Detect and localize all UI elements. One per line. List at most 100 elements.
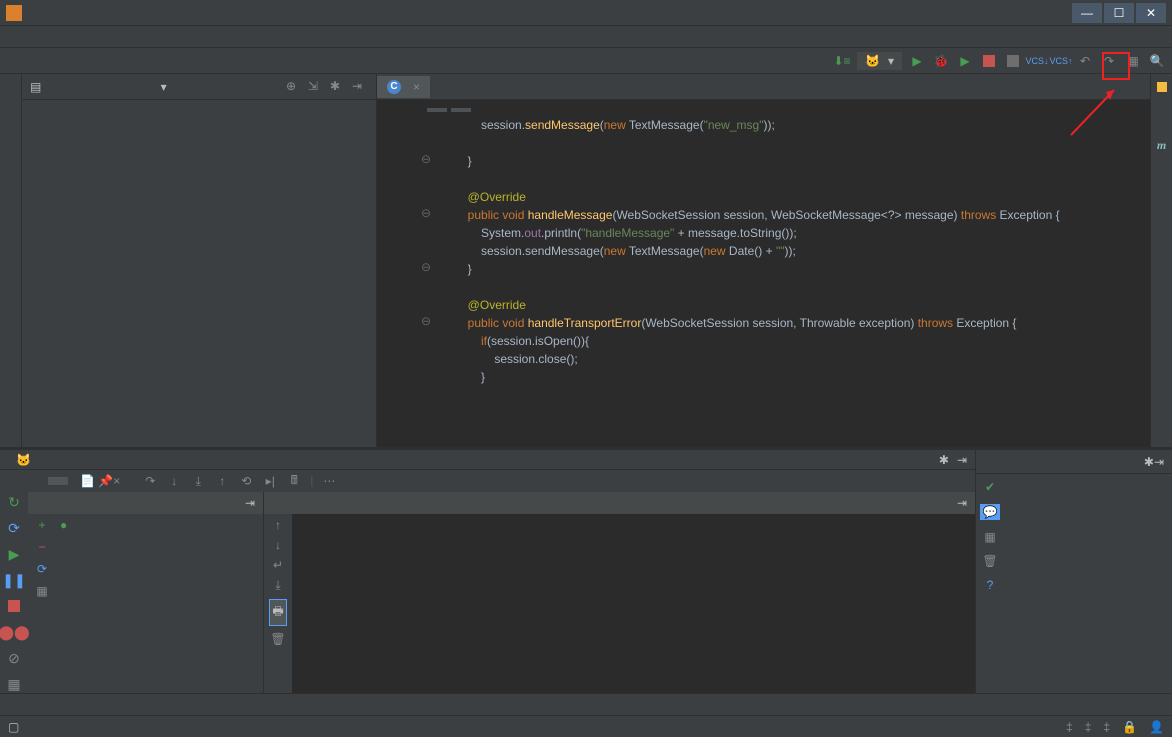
- ok-status-icon: ●: [60, 518, 67, 532]
- maven-projects-tab[interactable]: [1160, 163, 1164, 179]
- balloon-icon[interactable]: 💬: [980, 504, 1001, 520]
- database-tab[interactable]: [1160, 189, 1164, 205]
- line-separator[interactable]: ‡: [1066, 720, 1073, 734]
- run-configuration-dropdown[interactable]: 🐱 ▾: [857, 52, 902, 70]
- editor: C × ⊖⊖⊖⊖ session.sendMessage(new TextMes…: [377, 74, 1150, 447]
- make-button[interactable]: ⬇≡: [833, 52, 851, 70]
- project-dropdown-icon[interactable]: ▾: [161, 80, 167, 94]
- stop-button-2[interactable]: [1004, 52, 1022, 70]
- collapse-all-icon[interactable]: ⇲: [308, 79, 324, 95]
- stop-button[interactable]: [980, 52, 998, 70]
- resume-icon[interactable]: ▶: [5, 545, 23, 563]
- code-content[interactable]: session.sendMessage(new TextMessage("new…: [433, 112, 1150, 447]
- lock-icon[interactable]: 🔒: [1122, 720, 1137, 734]
- tab-server[interactable]: [48, 477, 68, 485]
- step-into-icon[interactable]: ↓: [166, 473, 182, 489]
- step-over-icon[interactable]: ↷: [142, 473, 158, 489]
- event-hide-icon[interactable]: ⇥: [1154, 455, 1164, 469]
- navigation-bar: ⬇≡ 🐱 ▾ ▶ 🐞 ▶ VCS↓ VCS↑ ↶ ↷ ▦ 🔍: [0, 48, 1172, 74]
- remove-artifact-icon[interactable]: −: [38, 540, 45, 554]
- maven-icon: m: [1157, 138, 1166, 153]
- vcs-update-button[interactable]: VCS↓: [1028, 52, 1046, 70]
- ant-build-tab[interactable]: [1160, 112, 1164, 128]
- clear-icon[interactable]: 🗑: [270, 632, 285, 646]
- fold-gutter[interactable]: ⊖⊖⊖⊖: [419, 112, 433, 447]
- tomcat-icon: 🐱: [16, 453, 31, 467]
- run-to-cursor-icon[interactable]: ▸|: [262, 473, 278, 489]
- annotation-highlight: [1102, 52, 1130, 80]
- project-icon: ▤: [30, 80, 41, 94]
- status-icon[interactable]: ▢: [8, 720, 19, 734]
- hector-icon[interactable]: 👤: [1149, 720, 1164, 734]
- force-step-into-icon[interactable]: ⤓: [190, 473, 206, 489]
- editor-tab[interactable]: C ×: [377, 76, 430, 98]
- scroll-up-icon[interactable]: ↑: [275, 518, 281, 532]
- refresh-artifact-icon[interactable]: ⟳: [37, 562, 47, 576]
- debug-tool-window: 🐱 ✱ ⇥ 📄 📌× ↷ ↓ ⤓ ↑ ⟲ ▸| 🖩 |: [0, 450, 976, 693]
- more-icon[interactable]: ⋯: [321, 473, 337, 489]
- info-icon[interactable]: ✔: [985, 480, 995, 494]
- run-button[interactable]: ▶: [908, 52, 926, 70]
- stop-icon[interactable]: [5, 597, 23, 615]
- minimize-button[interactable]: —: [1072, 3, 1102, 23]
- scroll-down-icon[interactable]: ↓: [275, 538, 281, 552]
- search-button[interactable]: 🔍: [1148, 52, 1166, 70]
- left-tool-stripe: [0, 74, 22, 447]
- delete-icon[interactable]: 🗑: [982, 554, 997, 568]
- drop-frame-icon[interactable]: ⟲: [238, 473, 254, 489]
- pin-icon[interactable]: 📌×: [98, 474, 120, 488]
- debug-hide-icon[interactable]: ⇥: [957, 453, 967, 467]
- output-console[interactable]: [292, 514, 975, 693]
- maximize-button[interactable]: ☐: [1104, 3, 1134, 23]
- file-encoding[interactable]: ‡: [1085, 720, 1092, 734]
- output-hide-icon[interactable]: ⇥: [957, 496, 967, 510]
- scroll-from-source-icon[interactable]: ⊕: [286, 79, 302, 95]
- app-icon: [6, 5, 22, 21]
- evaluate-icon[interactable]: 🖩: [286, 473, 302, 489]
- soft-wrap-icon[interactable]: ↵: [273, 558, 283, 572]
- deploy-icon[interactable]: ▦: [36, 584, 47, 598]
- pause-icon[interactable]: ❚❚: [5, 571, 23, 589]
- status-bar: ▢ ‡ ‡ ‡ 🔒 👤: [0, 715, 1172, 737]
- tab-access-log[interactable]: 📄 📌×: [70, 470, 130, 492]
- settings-icon[interactable]: ✱: [330, 79, 346, 95]
- right-tool-stripe: m: [1150, 74, 1172, 447]
- mark-read-icon[interactable]: ▦: [984, 530, 995, 544]
- mute-breakpoints-icon[interactable]: ⊘: [5, 649, 23, 667]
- coverage-button[interactable]: ▶: [956, 52, 974, 70]
- rerun-icon[interactable]: ↻: [5, 493, 23, 511]
- add-artifact-icon[interactable]: +: [38, 518, 45, 532]
- artifact-item[interactable]: ●: [60, 518, 259, 532]
- scroll-to-end-icon[interactable]: ⤓: [275, 578, 280, 593]
- breakpoints-icon[interactable]: ⬤⬤: [5, 623, 23, 641]
- project-tool-window: ▤ ▾ ⊕ ⇲ ✱ ⇥: [22, 74, 377, 447]
- git-branch[interactable]: ‡: [1103, 720, 1110, 734]
- tomcat-icon: 🐱: [865, 54, 880, 68]
- title-bar: — ☐ ✕: [0, 0, 1172, 26]
- debug-settings-icon[interactable]: ✱: [939, 453, 949, 467]
- log-icon: 📄: [80, 474, 95, 488]
- dropdown-arrow-icon: ▾: [888, 54, 894, 68]
- debug-button[interactable]: 🐞: [932, 52, 950, 70]
- debug-actions: ↻ ⟳ ▶ ❚❚ ⬤⬤ ⊘ ▦: [0, 492, 28, 693]
- undo-button[interactable]: ↶: [1076, 52, 1094, 70]
- event-settings-icon[interactable]: ✱: [1144, 455, 1154, 469]
- close-button[interactable]: ✕: [1136, 3, 1166, 23]
- project-tree[interactable]: [22, 100, 376, 447]
- error-indicator[interactable]: [1157, 82, 1167, 92]
- close-tab-icon[interactable]: ×: [413, 80, 420, 94]
- print-icon[interactable]: 🖶: [269, 599, 286, 626]
- deployment-hide-icon[interactable]: ⇥: [245, 496, 255, 510]
- menu-bar: [0, 26, 1172, 48]
- bottom-tool-stripe: [0, 693, 1172, 715]
- help-icon[interactable]: ?: [987, 578, 994, 592]
- hide-icon[interactable]: ⇥: [352, 79, 368, 95]
- update-icon[interactable]: ⟳: [5, 519, 23, 537]
- layout-icon[interactable]: ▦: [5, 675, 23, 693]
- step-out-icon[interactable]: ↑: [214, 473, 230, 489]
- java-file-icon: C: [387, 80, 401, 94]
- event-log-panel: ✱ ⇥ ✔ 💬 ▦ 🗑 ?: [976, 450, 1172, 693]
- tab-debugger[interactable]: [26, 477, 46, 485]
- line-number-gutter[interactable]: [377, 112, 419, 447]
- vcs-commit-button[interactable]: VCS↑: [1052, 52, 1070, 70]
